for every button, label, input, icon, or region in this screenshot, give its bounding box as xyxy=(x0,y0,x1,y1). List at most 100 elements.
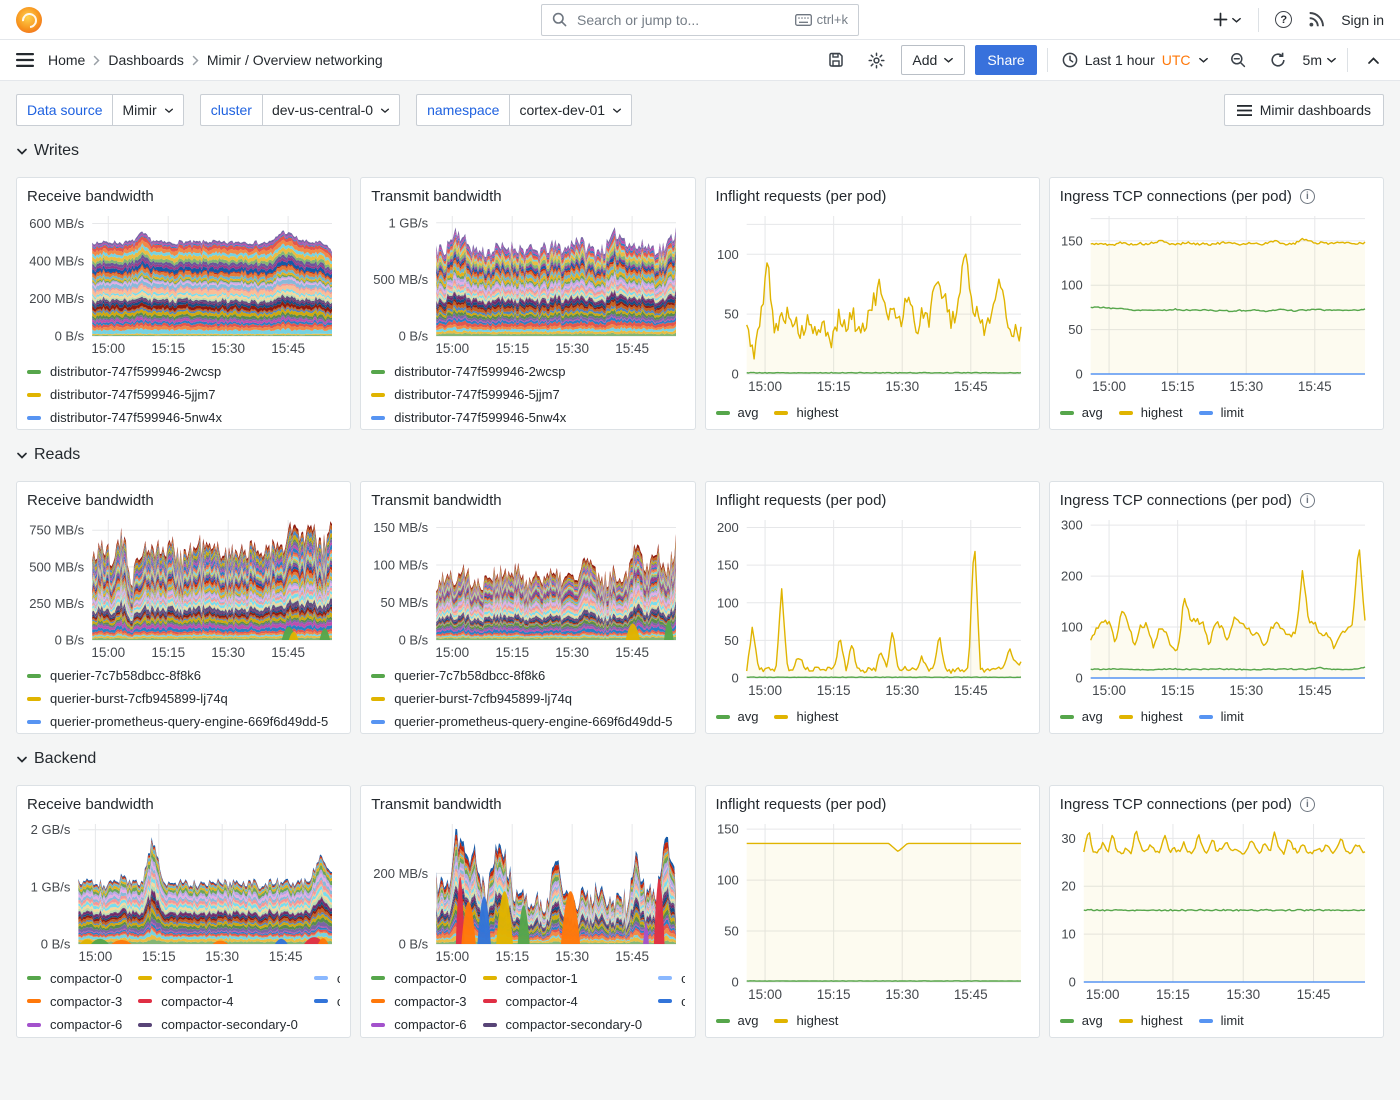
panel-title[interactable]: Ingress TCP connections (per pod) xyxy=(1060,796,1292,813)
legend-item[interactable]: highest xyxy=(774,709,838,724)
search-box[interactable]: ctrl+k xyxy=(541,4,859,36)
zoom-out-time-icon[interactable] xyxy=(1223,45,1253,75)
collapse-toolbar-chevron-up-icon[interactable] xyxy=(1358,45,1388,75)
legend-item[interactable]: compactor-5 xyxy=(658,991,684,1011)
legend-swatch xyxy=(138,976,152,980)
legend-item[interactable]: compactor-2 xyxy=(314,968,340,988)
svg-text:15:30: 15:30 xyxy=(1229,683,1263,698)
mimir-dashboards-button[interactable]: Mimir dashboards xyxy=(1224,94,1384,126)
panel-title[interactable]: Inflight requests (per pod) xyxy=(716,188,887,205)
legend-item[interactable]: limit xyxy=(1199,709,1244,724)
legend-item[interactable]: highest xyxy=(1119,709,1183,724)
new-menu-button[interactable] xyxy=(1213,12,1242,27)
refresh-icon[interactable] xyxy=(1263,45,1293,75)
legend-item[interactable]: querier-burst-7cfb945899-lj74q xyxy=(27,687,340,710)
sign-in-button[interactable]: Sign in xyxy=(1341,12,1384,28)
variable-value-dropdown[interactable]: Mimir xyxy=(113,94,183,126)
legend-item[interactable]: compactor-2 xyxy=(658,968,684,988)
legend-item[interactable]: compactor-4 xyxy=(138,991,298,1011)
refresh-interval-dropdown[interactable]: 5m xyxy=(1303,52,1337,68)
add-button[interactable]: Add xyxy=(901,45,965,75)
legend-item[interactable]: compactor-1 xyxy=(483,968,643,988)
time-series-chart[interactable]: 15010050015:0015:1515:3015:45 xyxy=(1060,208,1373,396)
time-series-chart[interactable]: 15010050015:0015:1515:3015:45 xyxy=(716,816,1029,1004)
legend-item[interactable]: compactor-4 xyxy=(483,991,643,1011)
legend-item[interactable]: distributor-747f599946-5nw4x xyxy=(371,406,684,427)
legend-item[interactable]: compactor-3 xyxy=(371,991,466,1011)
info-icon[interactable]: i xyxy=(1300,189,1315,204)
search-input[interactable] xyxy=(575,11,787,29)
legend-item[interactable]: compactor-6 xyxy=(371,1015,466,1035)
legend-item[interactable]: highest xyxy=(1119,405,1183,420)
legend-item[interactable]: limit xyxy=(1199,1013,1244,1028)
save-dashboard-button[interactable] xyxy=(821,45,851,75)
legend-item[interactable]: compactor-0 xyxy=(371,968,466,988)
help-icon[interactable]: ? xyxy=(1275,11,1292,28)
grafana-logo[interactable] xyxy=(16,7,42,33)
legend-item[interactable]: avg xyxy=(1060,1013,1103,1028)
breadcrumb-dashboards[interactable]: Dashboards xyxy=(108,52,184,68)
panel-title[interactable]: Receive bandwidth xyxy=(27,796,154,813)
time-series-chart[interactable]: 1 GB/s500 MB/s0 B/s15:0015:1515:3015:45 xyxy=(371,208,684,358)
time-series-chart[interactable]: 302010015:0015:1515:3015:45 xyxy=(1060,816,1373,1004)
legend-item[interactable]: querier-7c7b58dbcc-8f8k6 xyxy=(371,664,684,687)
time-range-picker[interactable]: Last 1 hour UTC xyxy=(1058,52,1213,68)
panel-title[interactable]: Ingress TCP connections (per pod) xyxy=(1060,492,1292,509)
time-series-chart[interactable]: 2 GB/s1 GB/s0 B/s15:0015:1515:3015:45 xyxy=(27,816,340,966)
info-icon[interactable]: i xyxy=(1300,493,1315,508)
news-rss-icon[interactable] xyxy=(1308,11,1325,28)
breadcrumb-home[interactable]: Home xyxy=(48,52,85,68)
legend-item[interactable]: compactor-6 xyxy=(27,1015,122,1035)
panel-title[interactable]: Inflight requests (per pod) xyxy=(716,492,887,509)
time-series-chart[interactable]: 200 MB/s0 B/s15:0015:1515:3015:45 xyxy=(371,816,684,966)
menu-hamburger-icon[interactable] xyxy=(16,53,34,67)
panel-title[interactable]: Ingress TCP connections (per pod) xyxy=(1060,188,1292,205)
variable-value-dropdown[interactable]: cortex-dev-01 xyxy=(510,94,632,126)
legend-item[interactable]: limit xyxy=(1199,405,1244,420)
section-header-writes[interactable]: Writes xyxy=(16,140,1384,162)
legend-item[interactable]: querier-prometheus-query-engine-669f6d49… xyxy=(371,710,684,731)
legend-item[interactable]: distributor-747f599946-2wcsp xyxy=(371,360,684,383)
section-header-backend[interactable]: Backend xyxy=(16,748,1384,770)
legend-item[interactable]: querier-7c7b58dbcc-8f8k6 xyxy=(27,664,340,687)
panel-title[interactable]: Transmit bandwidth xyxy=(371,188,501,205)
panel-title[interactable]: Inflight requests (per pod) xyxy=(716,796,887,813)
legend-item[interactable]: compactor-secondary-0 xyxy=(138,1015,298,1035)
legend-item[interactable]: distributor-747f599946-5nw4x xyxy=(27,406,340,427)
panel-title[interactable]: Receive bandwidth xyxy=(27,492,154,509)
time-series-chart[interactable]: 20015010050015:0015:1515:3015:45 xyxy=(716,512,1029,700)
share-button[interactable]: Share xyxy=(975,45,1036,75)
legend-swatch xyxy=(483,1023,497,1027)
legend-item[interactable]: distributor-747f599946-2wcsp xyxy=(27,360,340,383)
legend-item[interactable]: compactor-3 xyxy=(27,991,122,1011)
legend-item[interactable]: querier-burst-7cfb945899-lj74q xyxy=(371,687,684,710)
legend-item[interactable]: distributor-747f599946-5jjm7 xyxy=(27,383,340,406)
legend-item[interactable]: avg xyxy=(1060,709,1103,724)
legend-item[interactable]: avg xyxy=(716,1013,759,1028)
legend-item[interactable]: compactor-1 xyxy=(138,968,298,988)
time-series-chart[interactable]: 300200100015:0015:1515:3015:45 xyxy=(1060,512,1373,700)
panel-title[interactable]: Transmit bandwidth xyxy=(371,492,501,509)
panel-title[interactable]: Receive bandwidth xyxy=(27,188,154,205)
time-series-chart[interactable]: 750 MB/s500 MB/s250 MB/s0 B/s15:0015:151… xyxy=(27,512,340,662)
section-header-reads[interactable]: Reads xyxy=(16,444,1384,466)
time-series-chart[interactable]: 150 MB/s100 MB/s50 MB/s0 B/s15:0015:1515… xyxy=(371,512,684,662)
dashboard-settings-gear-icon[interactable] xyxy=(861,45,891,75)
legend-item[interactable]: querier-prometheus-query-engine-669f6d49… xyxy=(27,710,340,731)
legend-item[interactable]: avg xyxy=(716,405,759,420)
legend-item[interactable]: avg xyxy=(716,709,759,724)
legend-item[interactable]: avg xyxy=(1060,405,1103,420)
legend-item[interactable]: distributor-747f599946-5jjm7 xyxy=(371,383,684,406)
info-icon[interactable]: i xyxy=(1300,797,1315,812)
legend-item[interactable]: compactor-5 xyxy=(314,991,340,1011)
legend-item[interactable]: compactor-0 xyxy=(27,968,122,988)
time-series-chart[interactable]: 600 MB/s400 MB/s200 MB/s0 B/s15:0015:151… xyxy=(27,208,340,358)
legend-swatch xyxy=(371,393,385,397)
variable-value-dropdown[interactable]: dev-us-central-0 xyxy=(263,94,400,126)
legend-item[interactable]: highest xyxy=(1119,1013,1183,1028)
time-series-chart[interactable]: 10050015:0015:1515:3015:45 xyxy=(716,208,1029,396)
panel-title[interactable]: Transmit bandwidth xyxy=(371,796,501,813)
legend-item[interactable]: highest xyxy=(774,1013,838,1028)
legend-item[interactable]: compactor-secondary-0 xyxy=(483,1015,643,1035)
legend-item[interactable]: highest xyxy=(774,405,838,420)
